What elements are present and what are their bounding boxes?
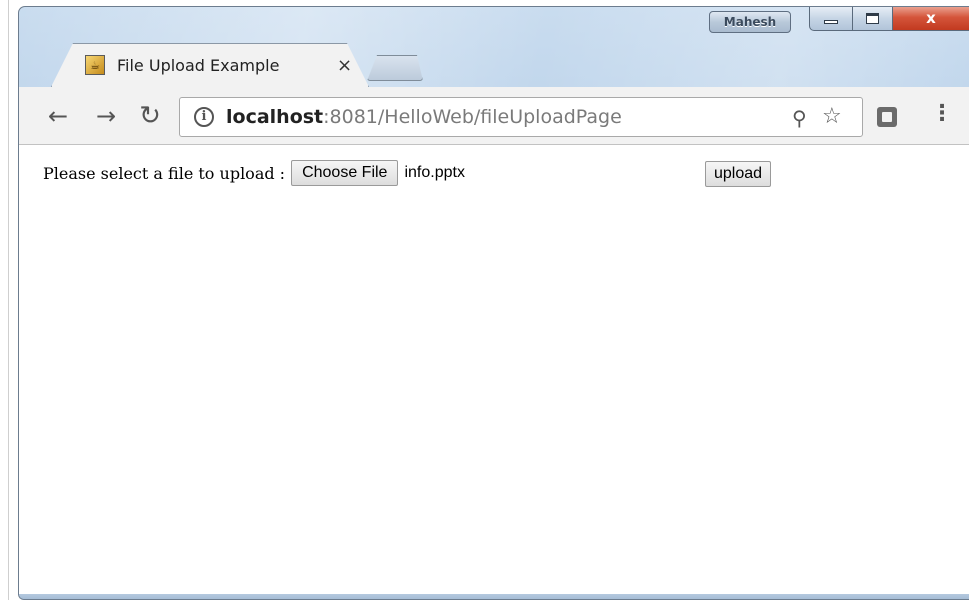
tab-close-icon[interactable]: × [337,55,352,76]
minimize-icon [824,19,838,24]
java-favicon-icon: ☕ [85,55,105,75]
close-window-button[interactable]: x [893,7,969,31]
star-icon[interactable]: ☆ [822,104,842,129]
tab-title: File Upload Example [117,55,280,75]
info-icon[interactable]: i [194,107,214,127]
window-bottom-frame [19,594,969,599]
minimize-button[interactable] [809,7,853,31]
selected-file-name: info.pptx [404,164,465,181]
page-content: Please select a file to upload : Choose … [19,145,969,594]
upload-form: Please select a file to upload : Choose … [43,159,465,187]
page-border-line [8,0,9,600]
back-arrow-icon[interactable]: ← [43,101,73,131]
choose-file-button[interactable]: Choose File [291,160,399,186]
maximize-button[interactable] [853,7,893,31]
maximize-icon [866,13,879,24]
menu-icon[interactable]: ⋮ [931,103,953,125]
zoom-icon[interactable]: ⚲ [792,106,807,130]
file-select-label: Please select a file to upload : [43,163,286,183]
url-host: localhost [226,106,324,128]
upload-button[interactable]: upload [705,161,772,187]
browser-toolbar: ← → ↻ i localhost:8081/HelloWeb/fileUplo… [19,87,969,145]
close-icon: x [926,9,936,27]
url-text[interactable]: localhost:8081/HelloWeb/fileUploadPage [226,106,622,128]
address-bar[interactable]: i localhost:8081/HelloWeb/fileUploadPage… [179,97,863,137]
window-caption-buttons: x [809,7,969,31]
url-path: :8081/HelloWeb/fileUploadPage [323,106,622,128]
tab-file-upload-example[interactable]: ☕ File Upload Example × [51,43,369,87]
profile-button[interactable]: Mahesh [709,11,791,33]
browser-window: Mahesh x ☕ File Upload Example × ← → ↻ i… [18,6,969,600]
extension-icon[interactable] [877,107,897,127]
reload-icon[interactable]: ↻ [135,101,165,131]
forward-arrow-icon[interactable]: → [91,101,121,131]
